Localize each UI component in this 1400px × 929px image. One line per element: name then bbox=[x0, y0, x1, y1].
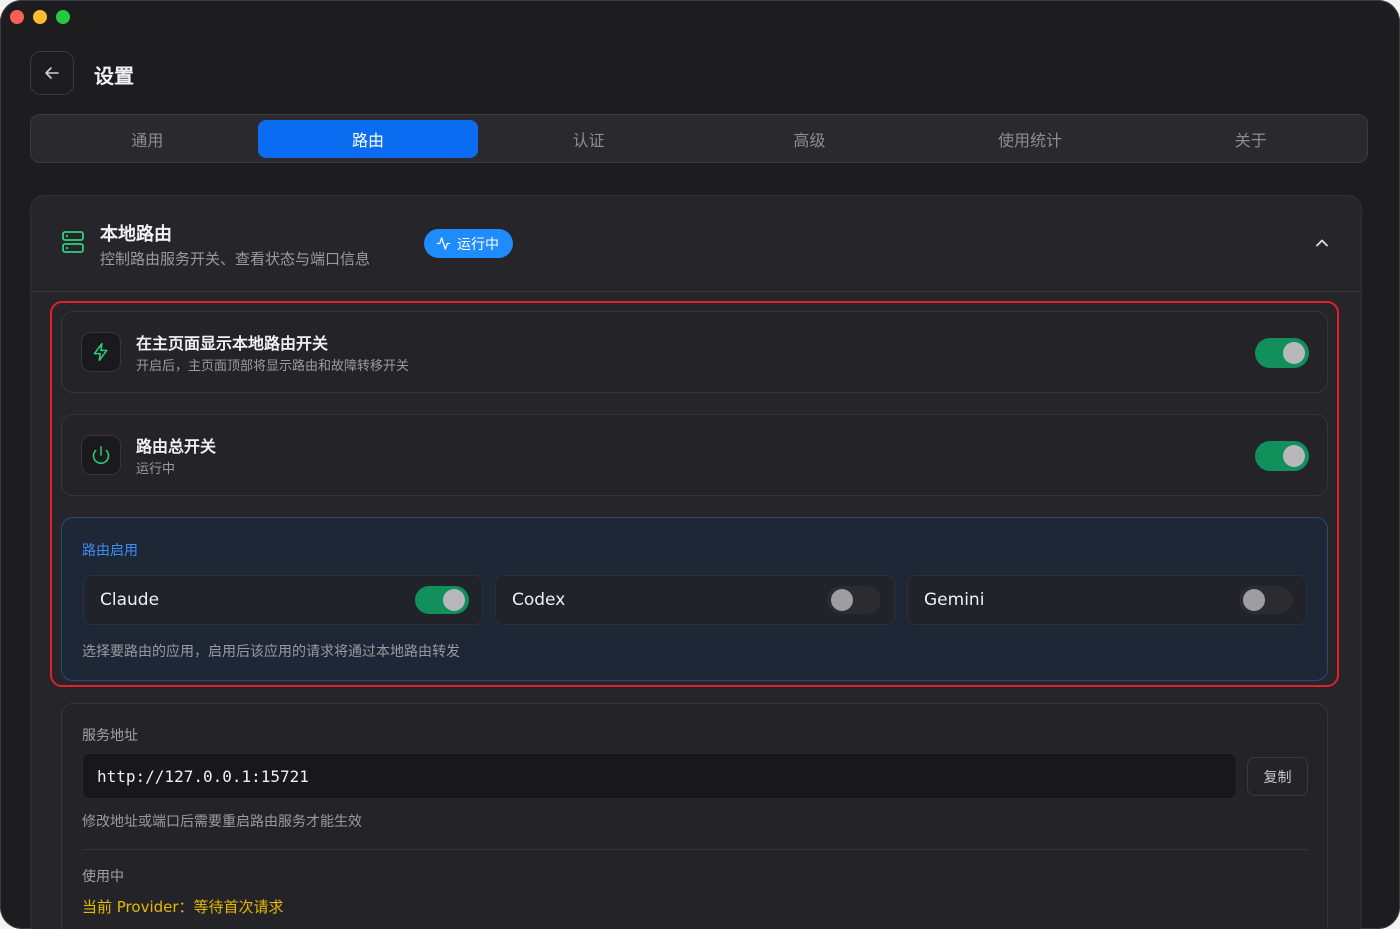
settings-tabs: 通用 路由 认证 高级 使用统计 关于 bbox=[30, 114, 1368, 163]
minimize-window-button[interactable] bbox=[33, 10, 47, 24]
current-provider-text: 当前 Provider：等待首次请求 bbox=[82, 898, 284, 916]
close-window-button[interactable] bbox=[10, 10, 24, 24]
in-use-label: 使用中 bbox=[82, 869, 124, 885]
page-title: 设置 bbox=[94, 64, 134, 88]
chevron-up-icon[interactable] bbox=[1313, 234, 1331, 252]
service-address-input[interactable] bbox=[82, 753, 1237, 799]
status-badge: 运行中 bbox=[424, 229, 513, 258]
arrow-left-icon bbox=[45, 67, 59, 79]
service-address-card: 服务地址 复制 修改地址或端口后需要重启路由服务才能生效 使用中 当前 Prov… bbox=[61, 703, 1328, 929]
divider bbox=[82, 849, 1308, 850]
zoom-window-button[interactable] bbox=[56, 10, 70, 24]
window-controls bbox=[10, 10, 70, 24]
activity-icon bbox=[436, 237, 451, 250]
tab-usage-stats[interactable]: 使用统计 bbox=[920, 120, 1141, 158]
tab-advanced[interactable]: 高级 bbox=[699, 120, 920, 158]
tab-general[interactable]: 通用 bbox=[37, 120, 258, 158]
section-subtitle: 控制路由服务开关、查看状态与端口信息 bbox=[100, 250, 371, 268]
service-address-hint: 修改地址或端口后需要重启路由服务才能生效 bbox=[82, 814, 362, 830]
service-address-label: 服务地址 bbox=[82, 728, 138, 744]
back-button[interactable] bbox=[30, 51, 74, 95]
highlight-outline bbox=[50, 301, 1339, 687]
tab-about[interactable]: 关于 bbox=[1140, 120, 1361, 158]
server-icon bbox=[62, 231, 84, 253]
section-title: 本地路由 bbox=[100, 224, 172, 245]
app-window: 设置 通用 路由 认证 高级 使用统计 关于 本地路由 控制路由服务开关、查看状… bbox=[0, 0, 1400, 929]
local-routing-header[interactable]: 本地路由 控制路由服务开关、查看状态与端口信息 运行中 bbox=[31, 196, 1361, 292]
status-text: 运行中 bbox=[457, 236, 499, 253]
copy-button[interactable]: 复制 bbox=[1247, 757, 1308, 796]
tab-auth[interactable]: 认证 bbox=[478, 120, 699, 158]
tab-routing[interactable]: 路由 bbox=[257, 119, 479, 158]
